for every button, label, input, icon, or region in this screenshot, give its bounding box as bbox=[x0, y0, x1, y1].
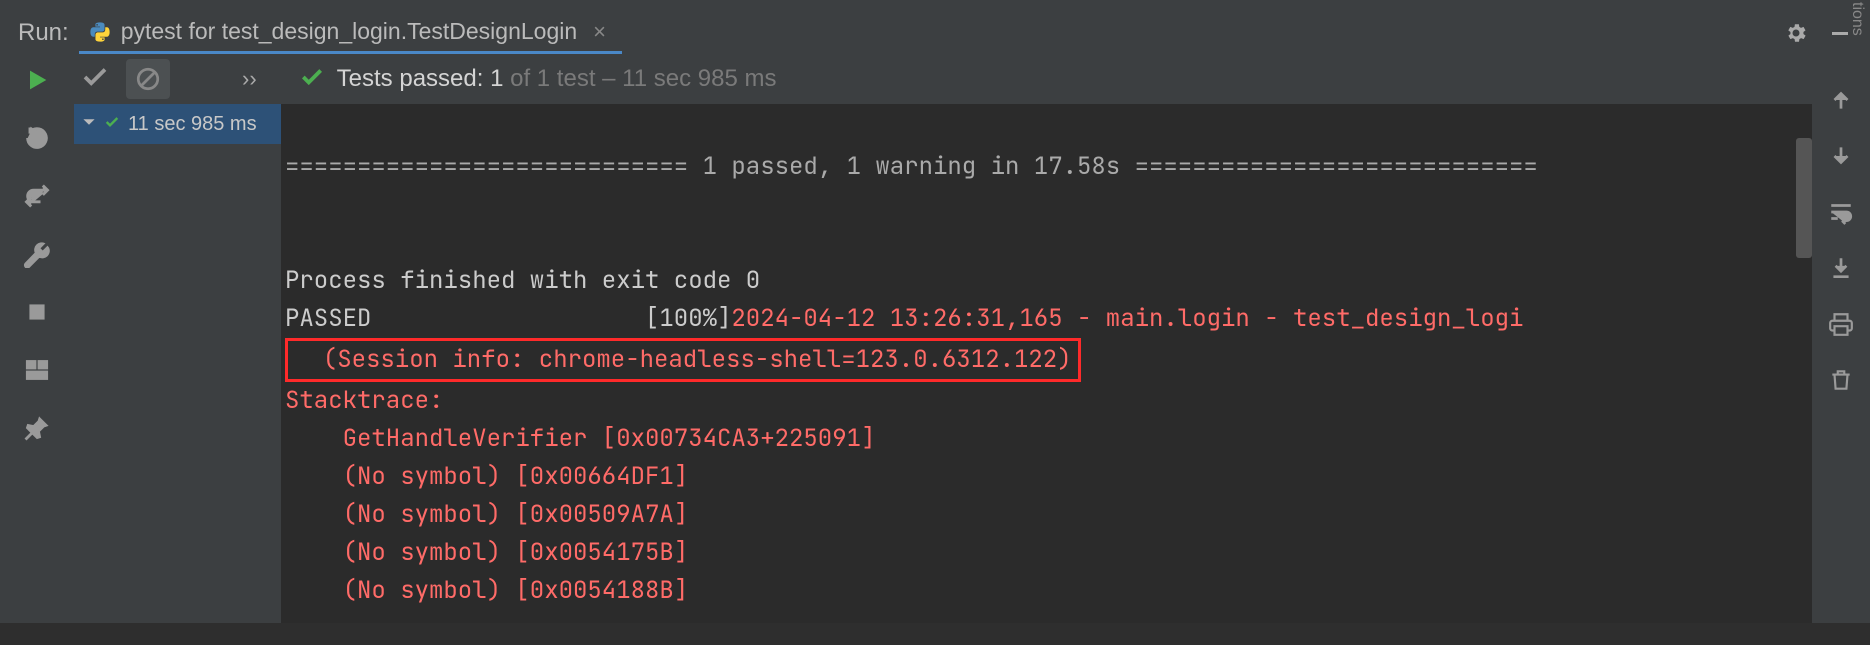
stacktrace-label: Stacktrace: bbox=[285, 385, 443, 416]
tests-passed-count: 1 bbox=[490, 65, 503, 92]
check-icon bbox=[104, 114, 120, 135]
right-toolbar bbox=[1812, 54, 1870, 623]
console-output[interactable]: ============================ 1 passed, 1… bbox=[281, 104, 1812, 623]
run-tab-title: pytest for test_design_login.TestDesignL… bbox=[121, 18, 577, 45]
console-passed-prefix: PASSED [100%] bbox=[285, 303, 731, 334]
chevron-down-icon bbox=[82, 115, 96, 134]
stacktrace-line-4: (No symbol) [0x0054175B] bbox=[285, 537, 688, 568]
console-scrollbar[interactable] bbox=[1796, 138, 1812, 258]
wrench-button[interactable] bbox=[19, 236, 55, 272]
tests-total-text: of 1 test – 11 sec 985 ms bbox=[510, 65, 776, 92]
console-summary: ============================ 1 passed, 1… bbox=[285, 151, 1538, 182]
soft-wrap-button[interactable] bbox=[1825, 196, 1857, 228]
down-arrow-button[interactable] bbox=[1825, 140, 1857, 172]
top-edge bbox=[0, 0, 1870, 12]
content-column: ›› Tests passed: 1 of 1 test – 11 sec 98… bbox=[74, 54, 1812, 623]
test-status-bar: ›› Tests passed: 1 of 1 test – 11 sec 98… bbox=[74, 54, 1812, 104]
rerun-failed-button[interactable] bbox=[19, 120, 55, 156]
test-tree-panel: 11 sec 985 ms bbox=[74, 104, 281, 623]
show-ignored-toggle[interactable] bbox=[126, 59, 170, 99]
show-passed-toggle[interactable] bbox=[76, 58, 114, 101]
tests-passed-icon bbox=[299, 64, 325, 95]
expand-collapse-icon[interactable]: ›› bbox=[182, 66, 287, 92]
session-info-highlight: (Session info: chrome-headless-shell=123… bbox=[285, 338, 1081, 382]
stacktrace-line-2: (No symbol) [0x00664DF1] bbox=[285, 461, 688, 492]
print-button[interactable] bbox=[1825, 308, 1857, 340]
console-process-exit: Process finished with exit code 0 bbox=[285, 265, 760, 296]
up-arrow-button[interactable] bbox=[1825, 84, 1857, 116]
stop-button[interactable] bbox=[19, 294, 55, 330]
console-timestamp-line: 2024-04-12 13:26:31,165 - main.login - t… bbox=[731, 303, 1523, 334]
test-root-time: 11 sec 985 ms bbox=[128, 113, 257, 136]
scroll-to-end-button[interactable] bbox=[1825, 252, 1857, 284]
layout-button[interactable] bbox=[19, 352, 55, 388]
run-config-tab[interactable]: pytest for test_design_login.TestDesignL… bbox=[79, 12, 622, 54]
tests-status-text: Tests passed: 1 of 1 test – 11 sec 985 m… bbox=[337, 65, 777, 93]
tests-passed-label: Tests passed: bbox=[337, 65, 484, 92]
trash-button[interactable] bbox=[1825, 364, 1857, 396]
left-toolbar bbox=[0, 54, 74, 623]
main-area: ›› Tests passed: 1 of 1 test – 11 sec 98… bbox=[0, 54, 1870, 623]
python-icon bbox=[89, 21, 111, 43]
run-label: Run: bbox=[8, 19, 79, 47]
body-row: 11 sec 985 ms ==========================… bbox=[74, 104, 1812, 623]
right-panel-tab-fragment[interactable]: tions bbox=[1846, 0, 1868, 38]
bottom-status-bar bbox=[0, 623, 1870, 645]
pin-button[interactable] bbox=[19, 410, 55, 446]
stacktrace-line-5: (No symbol) [0x0054188B] bbox=[285, 575, 688, 606]
test-tree-root[interactable]: 11 sec 985 ms bbox=[74, 104, 281, 144]
stacktrace-line-1: GetHandleVerifier [0x00734CA3+225091] bbox=[285, 423, 875, 454]
stacktrace-line-3: (No symbol) [0x00509A7A] bbox=[285, 499, 688, 530]
rerun-button[interactable] bbox=[19, 62, 55, 98]
settings-button[interactable] bbox=[1780, 17, 1812, 49]
close-tab-icon[interactable]: × bbox=[587, 19, 612, 45]
toggle-auto-test-button[interactable] bbox=[19, 178, 55, 214]
run-tab-bar: Run: pytest for test_design_login.TestDe… bbox=[0, 12, 1870, 54]
